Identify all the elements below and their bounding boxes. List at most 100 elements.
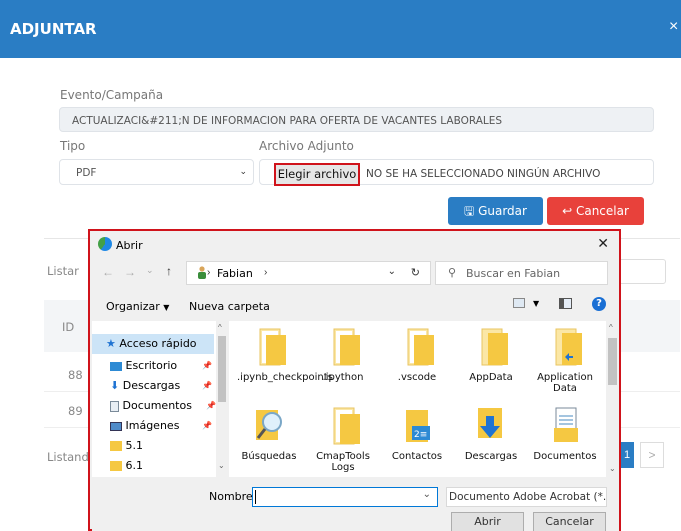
- listando-text: Listand: [47, 450, 89, 464]
- user-folder-icon: [198, 266, 206, 279]
- file-name: Application Data: [537, 372, 593, 394]
- file-item[interactable]: CmapTools Logs: [311, 406, 375, 473]
- file-item[interactable]: Descargas: [459, 406, 523, 462]
- archivo-label: Archivo Adjunto: [259, 139, 354, 153]
- view-icon[interactable]: [513, 298, 525, 308]
- save-button[interactable]: 🖫 Guardar: [448, 197, 543, 225]
- address-path: Fabian: [217, 267, 253, 280]
- back-arrow-icon[interactable]: ←: [102, 265, 114, 279]
- file-item[interactable]: .ipython: [311, 327, 375, 383]
- listar-label: Listar: [47, 264, 79, 278]
- scroll-up-icon[interactable]: ^: [609, 323, 613, 332]
- scroll-down-icon[interactable]: ⌄: [609, 464, 616, 473]
- downloads-folder-icon: [478, 408, 502, 438]
- search-input[interactable]: ⚲ Buscar en Fabian: [435, 261, 608, 285]
- file-name-label: Nombre:: [209, 490, 257, 503]
- scroll-down-icon[interactable]: ⌄: [218, 461, 225, 470]
- pin-icon: 📌: [206, 401, 216, 410]
- download-icon: ⬇: [110, 379, 120, 392]
- organize-button[interactable]: Organizar ▼: [106, 300, 169, 313]
- file-name: .ipython: [322, 372, 364, 383]
- file-type-select[interactable]: Documento Adobe Acrobat (*.pdf): [446, 487, 607, 507]
- sidebar-item-5-1[interactable]: 5.1: [110, 439, 143, 452]
- evento-field[interactable]: ACTUALIZACI&#211;N DE INFORMACION PARA O…: [59, 107, 654, 132]
- organize-label: Organizar: [106, 300, 160, 313]
- sidebar-item-downloads[interactable]: ⬇ Descargas: [110, 379, 180, 392]
- evento-label: Evento/Campaña: [60, 88, 164, 102]
- tipo-select[interactable]: PDF ⌄: [59, 159, 254, 185]
- save-label: Guardar: [478, 204, 527, 218]
- folder-doc-icon: [407, 328, 434, 366]
- file-item[interactable]: .ipynb_checkpoints: [237, 327, 333, 383]
- up-arrow-icon[interactable]: ↑: [166, 264, 172, 278]
- scroll-up-icon[interactable]: ^: [218, 323, 222, 332]
- star-icon: ★: [106, 337, 116, 350]
- folder-icon: [110, 461, 122, 471]
- next-page-button[interactable]: >: [640, 442, 664, 468]
- chevron-down-icon[interactable]: ⌄: [388, 266, 396, 277]
- sidebar-item-label: 6.1: [125, 459, 144, 472]
- scrollbar-thumb[interactable]: [608, 338, 617, 385]
- contacts-folder-icon: 2≡: [406, 410, 430, 442]
- dialog-title: Abrir: [116, 239, 143, 252]
- file-item[interactable]: Búsquedas: [237, 406, 301, 462]
- file-name: Búsquedas: [241, 451, 297, 462]
- folder-doc-icon: [333, 407, 360, 445]
- pin-icon: 📌: [202, 421, 212, 430]
- refresh-icon[interactable]: ↻: [411, 266, 420, 279]
- sidebar-item-images[interactable]: Imágenes: [110, 419, 179, 432]
- close-icon[interactable]: ✕: [597, 235, 609, 252]
- caret-down-icon[interactable]: ▼: [533, 299, 539, 308]
- document-icon: [110, 400, 119, 412]
- modal-header: ADJUNTAR ×: [0, 0, 681, 58]
- file-item[interactable]: AppData: [459, 327, 523, 383]
- scrollbar[interactable]: ^ ⌄: [216, 321, 228, 477]
- sidebar-item-desktop[interactable]: Escritorio: [110, 359, 177, 372]
- address-bar[interactable]: › Fabian › ⌄ ↻: [186, 261, 431, 285]
- list-search-input[interactable]: [618, 259, 666, 284]
- folder-icon: [481, 328, 508, 366]
- image-icon: [110, 421, 122, 431]
- file-item[interactable]: Application Data: [533, 327, 597, 394]
- cancel-button[interactable]: Cancelar: [533, 512, 606, 531]
- pin-icon: 📌: [202, 381, 212, 390]
- scrollbar-thumb[interactable]: [218, 336, 226, 402]
- breadcrumb-chevron-icon: ›: [264, 267, 268, 278]
- folder-shortcut-icon: [555, 328, 582, 366]
- file-name-input[interactable]: ⌄: [252, 487, 438, 507]
- archivo-input[interactable]: Elegir archivo NO SE HA SELECCIONADO NIN…: [259, 159, 654, 186]
- file-name: Contactos: [391, 451, 443, 462]
- file-name: AppData: [469, 372, 513, 383]
- sidebar-item-label: 5.1: [125, 439, 144, 452]
- preview-pane-icon[interactable]: [559, 298, 572, 309]
- folder-doc-icon: [333, 328, 360, 366]
- sidebar-item-quick-access[interactable]: ★ Acceso rápido: [92, 334, 214, 354]
- row-id: 89: [68, 404, 83, 418]
- file-open-dialog: Abrir ✕ ← → ⌄ ↑ › Fabian › ⌄ ↻ ⚲ Buscar …: [88, 229, 621, 531]
- cancel-button[interactable]: ↩ Cancelar: [547, 197, 644, 225]
- text-cursor: [255, 490, 256, 504]
- file-item[interactable]: .vscode: [385, 327, 449, 383]
- page-button[interactable]: 1: [620, 442, 634, 468]
- chevron-down-icon: ⌄: [239, 167, 247, 177]
- sidebar-item-label: Escritorio: [125, 359, 178, 372]
- back-arrow-icon: ↩: [562, 204, 573, 218]
- help-icon[interactable]: ?: [592, 297, 606, 311]
- file-item[interactable]: 2≡ Contactos: [385, 406, 449, 462]
- sidebar-item-documents[interactable]: Documentos: [110, 399, 192, 412]
- close-icon[interactable]: ×: [669, 18, 681, 36]
- tipo-value: PDF: [76, 167, 97, 179]
- breadcrumb-chevron-icon: ›: [207, 267, 211, 278]
- cancel-label: Cancelar: [575, 204, 629, 218]
- choose-file-button[interactable]: Elegir archivo: [274, 163, 360, 186]
- forward-arrow-icon[interactable]: →: [124, 265, 136, 279]
- pin-icon: 📌: [202, 361, 212, 370]
- sidebar-item-label: Descargas: [122, 379, 181, 392]
- chevron-down-icon[interactable]: ⌄: [146, 265, 154, 276]
- chevron-down-icon[interactable]: ⌄: [423, 489, 431, 500]
- open-button[interactable]: Abrir: [451, 512, 524, 531]
- evento-value: ACTUALIZACI&#211;N DE INFORMACION PARA O…: [72, 115, 503, 127]
- new-folder-button[interactable]: Nueva carpeta: [189, 300, 270, 313]
- sidebar-item-6-1[interactable]: 6.1: [110, 459, 143, 472]
- file-item[interactable]: Documentos: [533, 406, 597, 462]
